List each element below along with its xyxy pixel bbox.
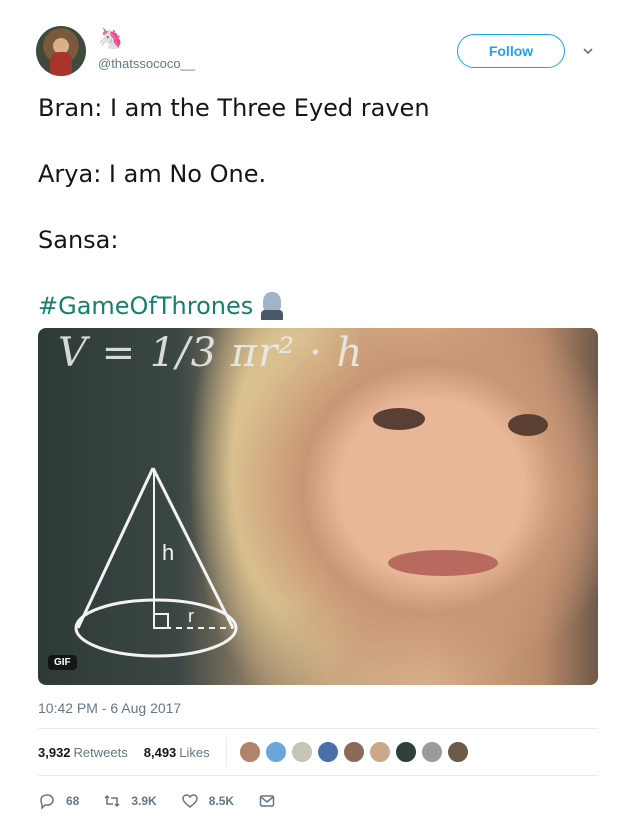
likers-avatars bbox=[238, 741, 473, 763]
media-mouth bbox=[388, 550, 498, 576]
hashtag-link[interactable]: #GameOfThrones bbox=[38, 292, 253, 320]
tweet-line: Sansa: bbox=[38, 226, 119, 254]
retweet-count: 3.9K bbox=[131, 794, 157, 808]
tweet-header: 🦄 @thatssococo__ Follow bbox=[36, 26, 606, 80]
envelope-icon bbox=[259, 795, 275, 807]
hashtag-line: #GameOfThrones bbox=[38, 290, 598, 322]
retweet-button[interactable]: 3.9K bbox=[103, 792, 157, 810]
retweets-stat[interactable]: 3,932 Retweets bbox=[38, 745, 128, 760]
divider bbox=[225, 738, 227, 766]
tweet-actions: 68 3.9K 8.5K bbox=[38, 790, 310, 812]
retweets-count: 3,932 bbox=[38, 744, 71, 760]
divider bbox=[38, 728, 598, 729]
chevron-down-icon[interactable] bbox=[581, 44, 595, 58]
like-button[interactable]: 8.5K bbox=[181, 792, 234, 810]
retweets-label: Retweets bbox=[73, 744, 128, 760]
liker-avatar[interactable] bbox=[290, 741, 313, 763]
divider bbox=[38, 775, 598, 776]
likes-count: 8,493 bbox=[143, 744, 177, 760]
liker-avatar[interactable] bbox=[342, 741, 365, 763]
direct-message-button[interactable] bbox=[258, 792, 286, 810]
likes-stat[interactable]: 8,493 Likes bbox=[144, 745, 210, 760]
liker-avatar[interactable] bbox=[394, 741, 417, 763]
unicorn-icon: 🦄 bbox=[98, 28, 123, 50]
user-handle[interactable]: @thatssococo__ bbox=[98, 56, 195, 71]
avatar[interactable] bbox=[36, 26, 86, 76]
tweet-line: Bran: I am the Three Eyed raven bbox=[38, 94, 430, 122]
like-count: 8.5K bbox=[208, 794, 235, 808]
media-face bbox=[228, 328, 598, 685]
reply-count: 68 bbox=[66, 794, 80, 808]
likes-label: Likes bbox=[179, 744, 210, 760]
reply-button[interactable]: 68 bbox=[38, 792, 79, 810]
follow-button[interactable]: Follow bbox=[457, 34, 565, 68]
media-eye bbox=[508, 414, 548, 436]
cone-h-label: h bbox=[162, 540, 174, 565]
tweet-text: Bran: I am the Three Eyed raven Arya: I … bbox=[38, 92, 598, 356]
retweet-icon bbox=[104, 794, 120, 808]
night-king-emoji-icon bbox=[257, 290, 287, 320]
math-formula-overlay: V = 1/3 πr² · h bbox=[58, 330, 364, 376]
gif-badge: GIF bbox=[48, 655, 77, 670]
media-eye bbox=[373, 408, 425, 430]
cone-r-label: r bbox=[188, 606, 194, 626]
liker-avatar[interactable] bbox=[316, 741, 339, 763]
liker-avatar[interactable] bbox=[238, 741, 261, 763]
liker-avatar[interactable] bbox=[446, 741, 469, 763]
tweet-line: Arya: I am No One. bbox=[38, 160, 267, 188]
heart-icon bbox=[181, 794, 198, 808]
liker-avatar[interactable] bbox=[368, 741, 391, 763]
reply-icon bbox=[40, 794, 54, 810]
liker-avatar[interactable] bbox=[420, 741, 443, 763]
tweet-timestamp[interactable]: 10:42 PM - 6 Aug 2017 bbox=[38, 700, 181, 716]
liker-avatar[interactable] bbox=[264, 741, 287, 763]
tweet-stats: 3,932 Retweets 8,493 Likes bbox=[38, 737, 598, 767]
cone-diagram: h r bbox=[74, 467, 238, 658]
gif-media[interactable]: V = 1/3 πr² · h h r GIF bbox=[38, 328, 598, 685]
